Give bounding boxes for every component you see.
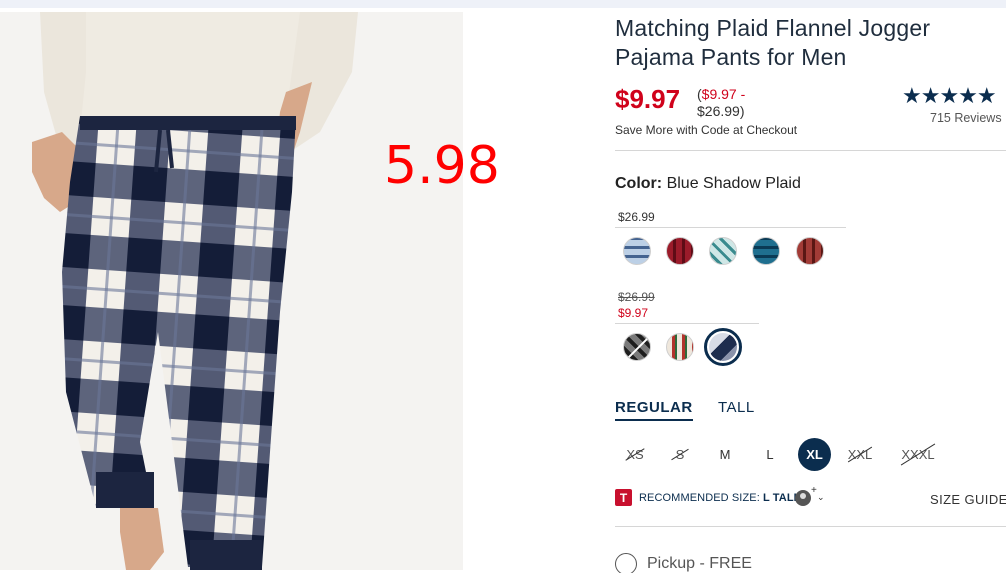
product-image[interactable]	[0, 12, 463, 570]
swatch-burgundy-plaid[interactable]	[796, 237, 824, 265]
size-l[interactable]: L	[760, 438, 780, 471]
swatch-teal-plaid[interactable]	[709, 237, 737, 265]
divider	[615, 526, 1006, 527]
browser-top-strip	[0, 0, 1006, 8]
chevron-down-icon[interactable]: ⌄	[817, 492, 825, 503]
size-xl[interactable]: XL	[798, 438, 831, 471]
product-title: Matching Plaid Flannel Jogger Pajama Pan…	[615, 15, 931, 70]
size-guide-link[interactable]: SIZE GUIDE	[930, 492, 1006, 507]
plus-icon: +	[811, 485, 817, 496]
swatch-light-blue-plaid[interactable]	[623, 237, 651, 265]
pickup-label[interactable]: Pickup - FREE	[647, 555, 752, 573]
size-xs[interactable]: XS	[622, 438, 648, 471]
price-range: ($9.97 - $26.99)	[697, 86, 745, 120]
tier-price-full: $26.99	[618, 210, 655, 224]
divider	[615, 150, 1006, 151]
price-range-low: $9.97 -	[701, 86, 746, 102]
swatch-black-white-plaid[interactable]	[623, 333, 651, 361]
true-fit-icon: T	[615, 489, 632, 506]
recommended-size-label: RECOMMENDED SIZE:	[639, 492, 760, 504]
tier-price-sale: $9.97	[618, 306, 649, 320]
size-xxxl[interactable]: XXXL	[896, 438, 940, 471]
size-s[interactable]: S	[668, 438, 692, 471]
pickup-radio[interactable]	[615, 553, 637, 573]
swatch-blue-teal-plaid[interactable]	[752, 237, 780, 265]
user-avatar-icon[interactable]	[795, 490, 811, 506]
color-label: Color:	[615, 175, 663, 192]
tier-divider	[615, 323, 759, 324]
tab-tall[interactable]: TALL	[718, 399, 755, 416]
tier-divider	[615, 227, 846, 228]
promo-text: Save More with Code at Checkout	[615, 123, 798, 137]
swatch-blue-shadow-plaid[interactable]	[704, 328, 742, 366]
size-m[interactable]: M	[714, 438, 736, 471]
tab-regular[interactable]: REGULAR	[615, 399, 693, 421]
swatch-red-plaid[interactable]	[666, 237, 694, 265]
swatch-holiday-plaid[interactable]	[666, 333, 694, 361]
unavailable-slash	[624, 334, 650, 360]
tier-price-original: $26.99	[618, 290, 655, 304]
rating-summary[interactable]: ★★★★★ 715 Reviews	[902, 83, 1006, 125]
star-rating-icon: ★★★★★	[902, 83, 997, 108]
recommended-size: RECOMMENDED SIZE: L TALL	[639, 492, 801, 504]
current-price: $9.97	[615, 84, 681, 114]
price-range-high: $26.99)	[697, 103, 745, 119]
color-selection-label: Color: Blue Shadow Plaid	[615, 175, 801, 193]
swatch-blue-shadow-plaid-fill	[709, 333, 737, 361]
size-xxl[interactable]: XXL	[844, 438, 876, 471]
overlay-price-annotation: 5.98	[384, 136, 500, 196]
reviews-link[interactable]: 715 Reviews	[930, 111, 1006, 125]
color-value: Blue Shadow Plaid	[666, 175, 801, 192]
